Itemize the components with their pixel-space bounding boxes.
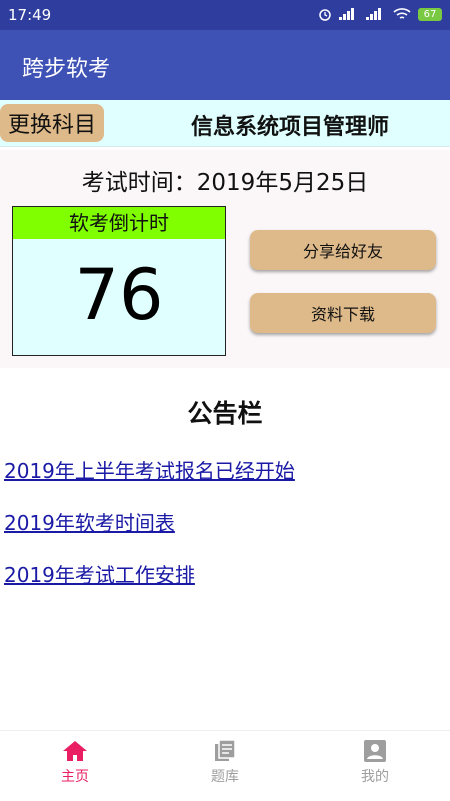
app-title: 跨步软考 [22, 57, 111, 82]
countdown-box: 软考倒计时 76 [12, 206, 226, 356]
countdown-panel: 考试时间：2019年5月25日 软考倒计时 76 分享给好友 资料下载 [0, 150, 450, 368]
change-subject-button[interactable]: 更换科目 [0, 104, 104, 142]
notice-link-arrangement[interactable]: 2019年考试工作安排 [4, 559, 195, 588]
wifi-icon [393, 7, 411, 19]
profile-icon [364, 740, 386, 762]
home-icon [63, 741, 87, 761]
notice-link-registration[interactable]: 2019年上半年考试报名已经开始 [4, 455, 295, 484]
signal-icon-2 [366, 8, 381, 20]
nav-item-question-bank[interactable]: 题库 [175, 739, 275, 786]
bottom-nav: 主页 题库 我的 [0, 730, 450, 801]
status-bar: 17:49 67 [0, 0, 450, 30]
countdown-days: 76 [74, 254, 164, 336]
signal-icon [339, 8, 354, 20]
status-icons: 67 [318, 7, 442, 21]
download-button[interactable]: 资料下载 [250, 293, 436, 333]
exam-date: 考试时间：2019年5月25日 [81, 170, 369, 196]
notice-board-title: 公告栏 [187, 399, 263, 428]
subject-bar: 更换科目 信息系统项目管理师 [0, 100, 450, 147]
nav-item-profile[interactable]: 我的 [325, 739, 425, 786]
nav-label-question-bank: 题库 [211, 769, 239, 785]
battery-icon: 67 [418, 7, 442, 21]
countdown-label: 软考倒计时 [13, 207, 225, 239]
alarm-icon [319, 9, 331, 21]
status-time: 17:49 [8, 6, 52, 24]
question-bank-icon [215, 739, 236, 761]
nav-label-profile: 我的 [361, 769, 389, 785]
nav-label-home: 主页 [61, 769, 89, 785]
share-button[interactable]: 分享给好友 [250, 230, 436, 270]
nav-item-home[interactable]: 主页 [25, 739, 125, 786]
battery-level: 67 [423, 8, 437, 20]
subject-title: 信息系统项目管理师 [190, 115, 389, 140]
notice-link-schedule[interactable]: 2019年软考时间表 [4, 507, 175, 536]
app-bar: 跨步软考 [0, 30, 450, 100]
